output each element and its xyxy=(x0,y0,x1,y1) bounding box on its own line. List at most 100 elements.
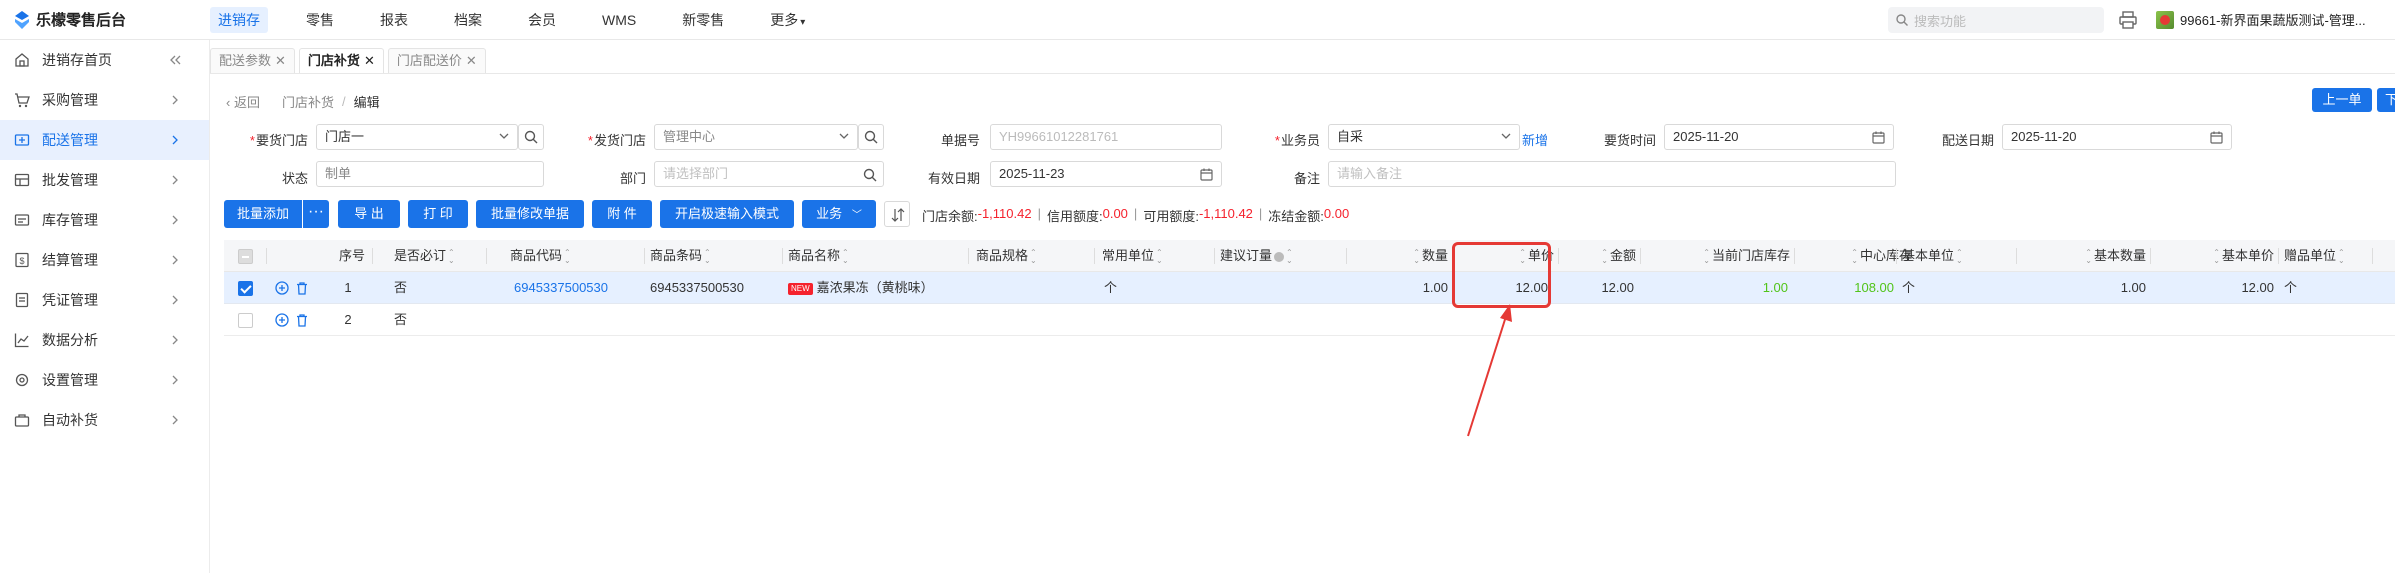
row-checkbox[interactable] xyxy=(238,313,253,328)
export-button[interactable]: 导 出 xyxy=(338,200,400,228)
delete-row-icon[interactable] xyxy=(295,281,309,295)
tab-label: 门店补货 xyxy=(307,53,360,68)
nav-item-archive[interactable]: 档案 xyxy=(446,7,490,33)
add-row-icon[interactable] xyxy=(275,313,289,327)
header-base-unit[interactable]: 基本单位 ⌃ ⌄ xyxy=(1902,240,1965,272)
calendar-icon xyxy=(2210,131,2223,144)
order-store-select[interactable]: 门店一 xyxy=(316,124,518,150)
back-link[interactable]: ‹ 返回 xyxy=(226,92,260,111)
nav-item-jxc[interactable]: 进销存 xyxy=(210,6,268,33)
app-logo[interactable]: 乐檬零售后台 xyxy=(0,9,210,30)
table-row[interactable]: 2 否 xyxy=(224,304,2395,336)
info-separator: | xyxy=(1037,206,1041,221)
batch-add-button[interactable]: 批量添加 xyxy=(224,200,302,228)
close-icon[interactable]: ✕ xyxy=(364,53,375,68)
sidebar-item-voucher[interactable]: 凭证管理 xyxy=(0,280,209,320)
cell-name: NEW 嘉浓果冻（黄桃味） xyxy=(788,272,934,304)
tab-distribution-params[interactable]: 配送参数 ✕ xyxy=(210,48,295,74)
sidebar-item-home[interactable]: 进销存首页 xyxy=(0,40,209,80)
order-time-date[interactable]: 2025-11-20 xyxy=(1664,124,1894,150)
credit-label: 信用额度: xyxy=(1046,209,1103,224)
cell-required[interactable]: 否 xyxy=(394,272,407,304)
header-amount[interactable]: ⌃ ⌄ 金额 xyxy=(1564,240,1636,272)
valid-date-date[interactable]: 2025-11-23 xyxy=(990,161,1222,187)
header-store-stock[interactable]: ⌃ ⌄ 当前门店库存 xyxy=(1646,240,1790,272)
status-label: 状态 xyxy=(281,171,308,186)
delete-row-icon[interactable] xyxy=(295,313,309,327)
info-icon[interactable] xyxy=(1274,251,1285,262)
attachment-button[interactable]: 附 件 xyxy=(592,200,652,228)
ship-store-search-button[interactable] xyxy=(858,124,884,150)
user-menu[interactable]: 99661-新界面果蔬版测试-管理... xyxy=(2156,10,2366,29)
ship-store-select[interactable]: 管理中心 xyxy=(654,124,858,150)
dept-select[interactable]: 请选择部门 xyxy=(654,161,884,187)
fast-input-button[interactable]: 开启极速输入模式 xyxy=(660,200,794,228)
add-row-icon[interactable] xyxy=(275,281,289,295)
sidebar-item-purchase[interactable]: 采购管理 xyxy=(0,80,209,120)
nav-item-reports[interactable]: 报表 xyxy=(372,7,416,33)
tab-store-replenish[interactable]: 门店补货 ✕ xyxy=(298,48,384,74)
header-base-qty[interactable]: ⌃ ⌄ 基本数量 xyxy=(2022,240,2146,272)
breadcrumb-current: 编辑 xyxy=(353,95,380,110)
chevron-right-icon xyxy=(172,415,178,425)
header-qty[interactable]: ⌃ ⌄ 数量 xyxy=(1352,240,1448,272)
sidebar-item-inventory[interactable]: 库存管理 xyxy=(0,200,209,240)
column-settings-button[interactable] xyxy=(884,201,910,227)
cell-unit[interactable]: 个 xyxy=(1104,272,1117,304)
header-unit[interactable]: 常用单位 ⌃ ⌄ xyxy=(1102,240,1165,272)
nav-item-wms[interactable]: WMS xyxy=(594,7,644,33)
header-required[interactable]: 是否必订 ⌃ ⌄ xyxy=(394,240,457,272)
ship-date-date[interactable]: 2025-11-20 xyxy=(2002,124,2232,150)
nav-item-new-retail[interactable]: 新零售 xyxy=(674,7,732,33)
header-spec[interactable]: 商品规格 ⌃ ⌄ xyxy=(976,240,1039,272)
breadcrumb-parent[interactable]: 门店补货 xyxy=(282,92,334,111)
chevron-down-icon xyxy=(499,133,509,139)
sidebar-item-analytics[interactable]: 数据分析 xyxy=(0,320,209,360)
header-name[interactable]: 商品名称 ⌃ ⌄ xyxy=(788,240,851,272)
table-row[interactable]: 1 否 6945337500530 6945337500530 NEW 嘉浓果冻（… xyxy=(224,272,2395,304)
sidebar-item-auto-replenish[interactable]: 自动补货 xyxy=(0,400,209,440)
info-separator: | xyxy=(1133,206,1138,221)
row-checkbox[interactable] xyxy=(238,281,253,296)
collapse-icon[interactable] xyxy=(169,53,181,67)
select-all-checkbox[interactable] xyxy=(238,249,253,264)
header-gift-unit[interactable]: 赠品单位 ⌃ ⌄ xyxy=(2284,240,2347,272)
sidebar-item-label: 自动补货 xyxy=(42,412,98,428)
doc-no-field: YH99661012281761 xyxy=(990,124,1222,150)
add-salesman-link[interactable]: 新增 xyxy=(1522,130,1548,149)
more-actions-button[interactable]: ··· xyxy=(303,200,329,228)
printer-icon[interactable] xyxy=(2118,10,2138,30)
header-suggest[interactable]: 建议订量 ⌃ ⌄ xyxy=(1220,240,1295,272)
header-code[interactable]: 商品代码 ⌃ ⌄ xyxy=(510,240,573,272)
business-dropdown[interactable]: 业务 ﹀ xyxy=(802,200,876,228)
cell-required[interactable]: 否 xyxy=(394,304,407,336)
replenish-icon xyxy=(14,414,30,427)
function-search-input[interactable]: 搜索功能 xyxy=(1888,7,2104,33)
nav-item-more[interactable]: 更多 ▾ xyxy=(762,7,813,33)
sidebar-item-settlement[interactable]: $ 结算管理 xyxy=(0,240,209,280)
order-store-search-button[interactable] xyxy=(518,124,544,150)
cell-gift-unit[interactable]: 个 xyxy=(2284,272,2297,304)
print-button[interactable]: 打 印 xyxy=(408,200,468,228)
salesman-select[interactable]: 自采 xyxy=(1328,124,1520,150)
nav-item-retail[interactable]: 零售 xyxy=(298,7,342,33)
cell-code[interactable]: 6945337500530 xyxy=(514,272,608,304)
tab-store-distribution-price[interactable]: 门店配送价 ✕ xyxy=(387,48,486,74)
next-doc-button[interactable]: 下 xyxy=(2377,88,2395,112)
sidebar-item-wholesale[interactable]: 批发管理 xyxy=(0,160,209,200)
prev-doc-button[interactable]: 上一单 xyxy=(2312,88,2372,112)
sidebar-item-distribution[interactable]: 配送管理 xyxy=(0,120,209,160)
batch-edit-button[interactable]: 批量修改单据 xyxy=(476,200,584,228)
close-icon[interactable]: ✕ xyxy=(275,53,286,68)
back-label: 返回 xyxy=(233,95,260,110)
header-barcode[interactable]: 商品条码 ⌃ ⌄ xyxy=(650,240,713,272)
sidebar-item-settings[interactable]: 设置管理 xyxy=(0,360,209,400)
nav-item-member[interactable]: 会员 xyxy=(520,7,564,33)
header-base-price[interactable]: ⌃ ⌄ 基本单价 xyxy=(2156,240,2274,272)
sidebar-item-label: 数据分析 xyxy=(42,332,98,348)
store-balance-value: -1,110.42 xyxy=(977,206,1032,221)
close-icon[interactable]: ✕ xyxy=(466,53,477,68)
remark-input[interactable]: 请输入备注 xyxy=(1328,161,1896,187)
info-separator: | xyxy=(1258,206,1263,221)
cell-qty[interactable]: 1.00 xyxy=(1352,272,1448,304)
